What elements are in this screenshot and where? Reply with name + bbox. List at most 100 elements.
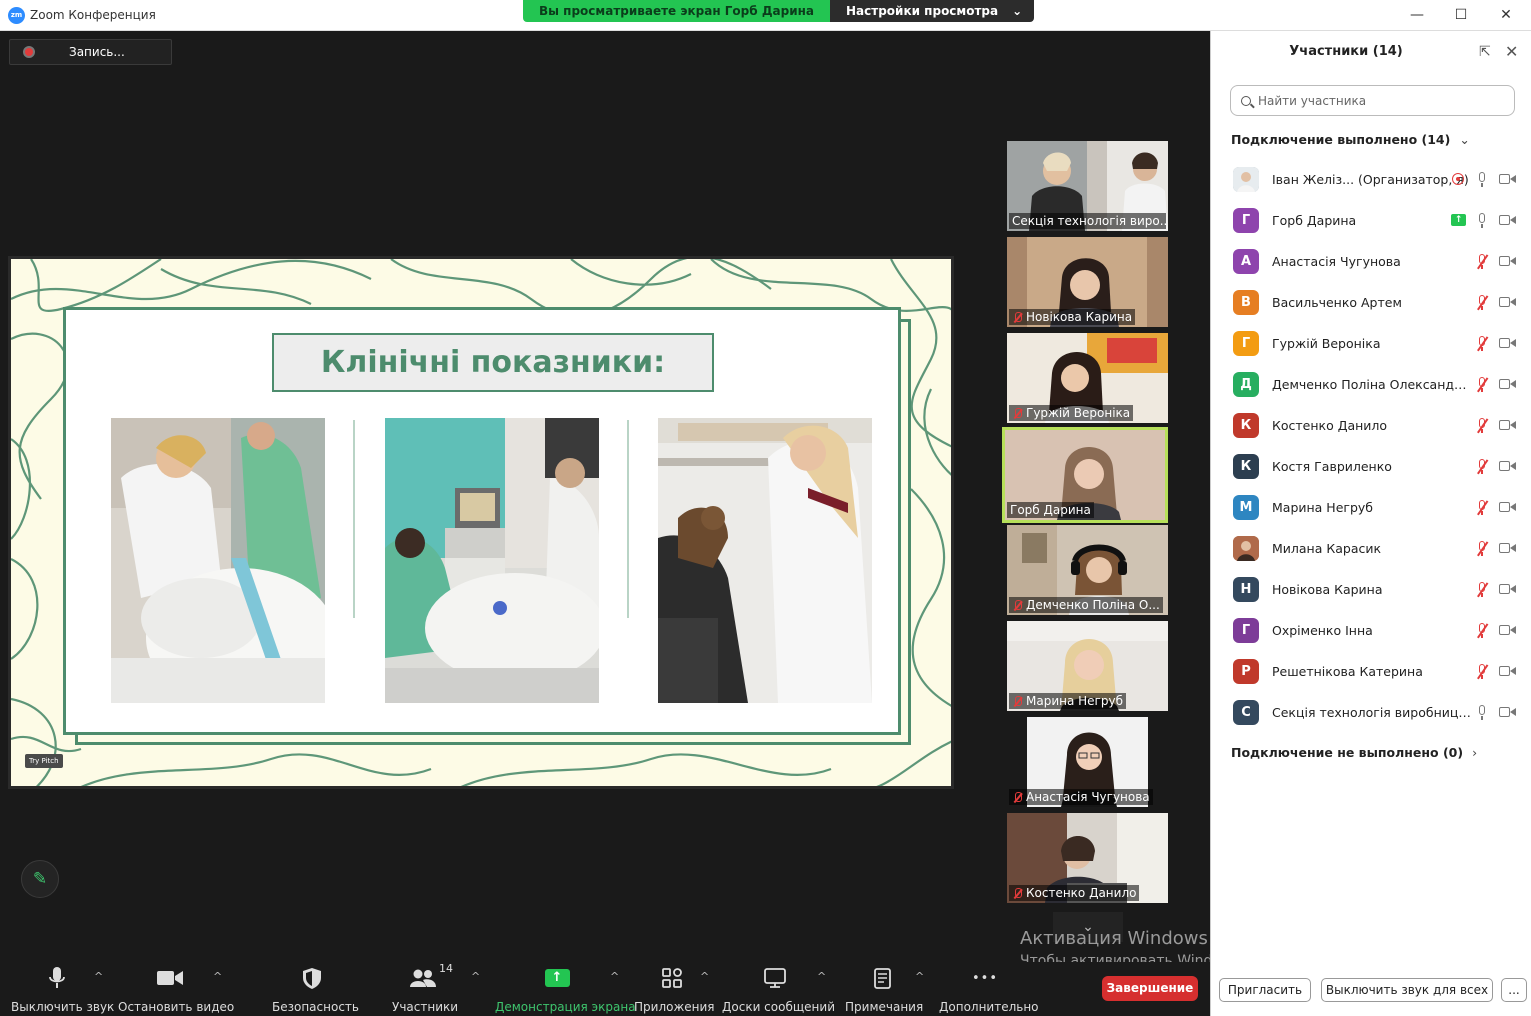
participant-row[interactable]: Г Горб Дарина ↑ (1211, 200, 1531, 241)
video-camera-icon[interactable] (1499, 542, 1516, 554)
muted-mic-icon (1012, 791, 1023, 803)
muted-microphone-icon[interactable] (1474, 336, 1490, 351)
muted-mic-icon (1012, 311, 1023, 323)
thumbnail-name-label: Новікова Карина (1009, 309, 1136, 325)
participant-row[interactable]: А Анастасія Чугунова (1211, 241, 1531, 282)
participants-count-badge: 14 (439, 962, 453, 975)
video-camera-icon[interactable] (1499, 583, 1516, 595)
participant-name: Решетнікова Катерина (1272, 664, 1423, 679)
video-camera-icon[interactable] (1499, 624, 1516, 636)
video-thumbnail[interactable]: Анастасія Чугунова (1007, 717, 1168, 807)
participant-row[interactable]: Р Решетнікова Катерина (1211, 651, 1531, 692)
participants-button[interactable]: 14 Участники (392, 962, 458, 1014)
microphone-icon[interactable] (1474, 213, 1490, 228)
muted-microphone-icon[interactable] (1474, 500, 1490, 515)
whiteboards-button[interactable]: Доски сообщений (722, 966, 835, 1014)
video-thumbnail[interactable]: Гуржій Вероніка (1007, 333, 1168, 423)
video-camera-icon[interactable] (1499, 255, 1516, 267)
participant-row[interactable]: Д Демченко Поліна Олександрів... (1211, 364, 1531, 405)
video-camera-icon[interactable] (1499, 419, 1516, 431)
participant-search-box[interactable] (1230, 85, 1515, 116)
security-label: Безопасность (272, 1000, 359, 1014)
video-thumbnail[interactable]: Новікова Карина (1007, 237, 1168, 327)
end-meeting-button[interactable]: Завершение (1102, 976, 1198, 1001)
participant-row[interactable]: Г Охріменко Інна (1211, 610, 1531, 651)
participant-row[interactable]: В Васильченко Артем (1211, 282, 1531, 323)
muted-mic-icon (1012, 407, 1023, 419)
minimize-button[interactable]: — (1402, 5, 1432, 25)
participant-row[interactable]: Н Новікова Карина (1211, 569, 1531, 610)
video-camera-icon[interactable] (1499, 214, 1516, 226)
apps-label: Приложения (634, 1000, 715, 1014)
muted-microphone-icon[interactable] (1474, 541, 1490, 556)
chevron-down-icon: ⌄ (1012, 4, 1023, 18)
maximize-button[interactable]: ☐ (1446, 5, 1476, 25)
stop-video-button[interactable]: Остановить видео (118, 966, 234, 1014)
try-pitch-badge[interactable]: Try Pitch (25, 754, 63, 768)
popout-icon[interactable]: ⇱ (1479, 44, 1491, 60)
muted-microphone-icon[interactable] (1474, 664, 1490, 679)
view-settings-button[interactable]: Настройки просмотра ⌄ (830, 0, 1035, 22)
video-camera-icon[interactable] (1499, 665, 1516, 677)
participant-row[interactable]: С Секція технологія виробництва про... (1211, 692, 1531, 733)
security-button[interactable]: Безопасность (272, 966, 359, 1014)
video-thumbnail[interactable]: Марина Негруб (1007, 621, 1168, 711)
participant-row[interactable]: Г Гуржій Вероніка (1211, 323, 1531, 364)
video-thumbnail[interactable]: Секція технологія виро... (1007, 141, 1168, 231)
participants-options-caret-icon[interactable]: ^ (471, 970, 480, 983)
panel-more-button[interactable]: ... (1501, 978, 1527, 1002)
video-camera-icon[interactable] (1499, 337, 1516, 349)
video-camera-icon[interactable] (1499, 173, 1516, 185)
audio-options-caret-icon[interactable]: ^ (94, 970, 103, 983)
whiteboards-label: Доски сообщений (722, 1000, 835, 1014)
video-camera-icon[interactable] (1499, 706, 1516, 718)
close-window-button[interactable]: ✕ (1491, 5, 1521, 25)
notes-options-caret-icon[interactable]: ^ (915, 970, 924, 983)
participant-name: Анастасія Чугунова (1272, 254, 1401, 269)
video-camera-icon[interactable] (1499, 501, 1516, 513)
annotate-pen-button[interactable]: ✎ (21, 860, 59, 898)
muted-microphone-icon[interactable] (1474, 459, 1490, 474)
participant-row[interactable]: М Марина Негруб (1211, 487, 1531, 528)
shield-icon (272, 966, 352, 990)
more-button[interactable]: ••• Дополнительно (939, 966, 1039, 1015)
participant-row[interactable]: К Костя Гавриленко (1211, 446, 1531, 487)
share-options-caret-icon[interactable]: ^ (610, 970, 619, 983)
apps-options-caret-icon[interactable]: ^ (700, 970, 709, 983)
video-camera-icon[interactable] (1499, 378, 1516, 390)
muted-microphone-icon[interactable] (1474, 295, 1490, 310)
connected-section-header[interactable]: Подключение выполнено (14) ⌄ (1231, 132, 1470, 147)
participant-row[interactable]: К Костенко Данило (1211, 405, 1531, 446)
muted-microphone-icon[interactable] (1474, 582, 1490, 597)
recording-indicator[interactable]: Запись... (9, 39, 172, 65)
whiteboards-options-caret-icon[interactable]: ^ (817, 970, 826, 983)
participant-avatar: Д (1233, 372, 1259, 397)
video-camera-icon[interactable] (1499, 296, 1516, 308)
video-thumbnail[interactable]: Демченко Поліна О... (1007, 525, 1168, 615)
participant-search-input[interactable] (1258, 93, 1498, 108)
not-connected-section-header[interactable]: Подключение не выполнено (0) › (1231, 745, 1477, 760)
participant-avatar: М (1233, 495, 1259, 520)
video-options-caret-icon[interactable]: ^ (213, 970, 222, 983)
participant-row[interactable]: Іван Желіз... (Организатор, я) (1211, 159, 1531, 200)
muted-microphone-icon[interactable] (1474, 418, 1490, 433)
video-thumbnail-active-speaker[interactable]: Горб Дарина (1002, 427, 1168, 523)
muted-microphone-icon[interactable] (1474, 254, 1490, 269)
notes-button[interactable]: Примечания (845, 966, 924, 1014)
recording-label: Запись... (69, 45, 125, 59)
invite-button[interactable]: Пригласить (1219, 978, 1311, 1002)
mute-all-button[interactable]: Выключить звук для всех (1321, 978, 1493, 1002)
microphone-icon[interactable] (1474, 172, 1490, 187)
microphone-icon[interactable] (1474, 705, 1490, 720)
muted-microphone-icon[interactable] (1474, 623, 1490, 638)
mute-audio-button[interactable]: Выключить звук (11, 966, 114, 1014)
panel-title: Участники (14) (1289, 44, 1403, 59)
participant-row[interactable]: Милана Карасик (1211, 528, 1531, 569)
notes-label: Примечания (845, 1000, 924, 1014)
muted-microphone-icon[interactable] (1474, 377, 1490, 392)
video-thumbnail[interactable]: Костенко Данило (1007, 813, 1168, 903)
close-panel-icon[interactable]: ✕ (1505, 42, 1518, 61)
video-camera-icon[interactable] (1499, 460, 1516, 472)
apps-button[interactable]: Приложения (634, 966, 715, 1014)
share-screen-button[interactable]: ↑ Демонстрация экрана (495, 966, 636, 1014)
